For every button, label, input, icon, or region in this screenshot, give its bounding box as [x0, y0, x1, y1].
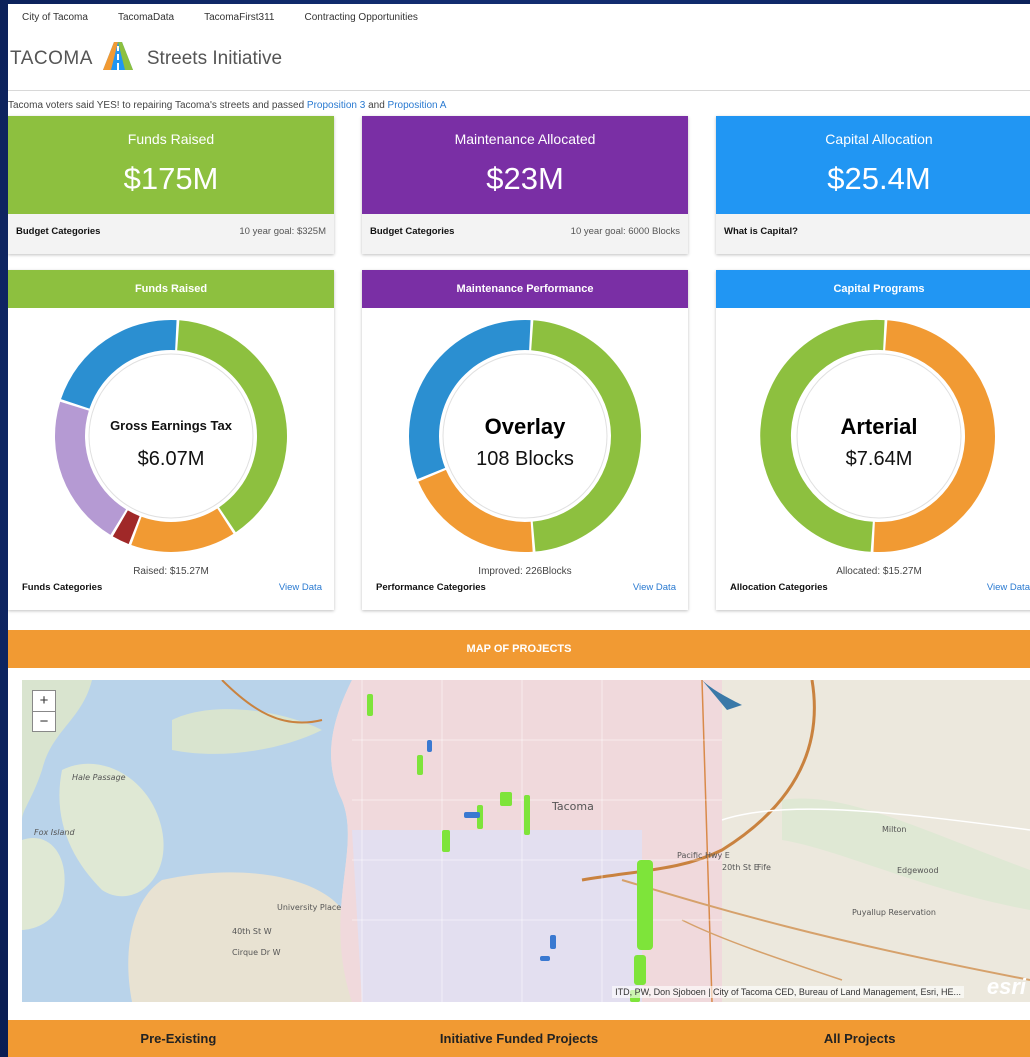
funds-categories-link[interactable]: Funds Categories	[22, 582, 102, 593]
header-divider	[8, 90, 1030, 91]
tab-initiative-funded-projects[interactable]: Initiative Funded Projects	[349, 1020, 690, 1057]
nav-city-of-tacoma[interactable]: City of Tacoma	[22, 12, 88, 23]
donut-card-header: Funds Raised	[8, 270, 334, 308]
donut-segment-1[interactable]	[131, 508, 234, 552]
card-title: Funds Raised	[127, 131, 215, 147]
performance-categories-link[interactable]: Performance Categories	[376, 582, 486, 593]
donut-total: Improved: 226Blocks	[478, 566, 572, 577]
goal-text: 10 year goal: $325M	[239, 226, 326, 237]
view-data-link[interactable]: View Data	[279, 582, 322, 593]
brand-subtitle: Streets Initiative	[146, 47, 283, 69]
tab-all-projects[interactable]: All Projects	[689, 1020, 1030, 1057]
zoom-out-button[interactable]: −	[33, 711, 55, 731]
map-label-hale-passage: Hale Passage	[72, 773, 126, 782]
map-section-title: MAP OF PROJECTS	[8, 630, 1030, 668]
capital-allocation-card: Capital Allocation $25.4M What is Capita…	[716, 116, 1030, 254]
card-value: $175M	[123, 161, 219, 196]
card-value: $23M	[486, 161, 564, 196]
card-footer: Budget Categories 10 year goal: 6000 Blo…	[362, 214, 688, 254]
donut-center-label: Arterial	[840, 414, 918, 439]
card-footer: What is Capital?	[716, 214, 1030, 254]
intro-sentence: Tacoma voters said YES! to repairing Tac…	[8, 100, 305, 111]
nav-contracting-opportunities[interactable]: Contracting Opportunities	[305, 12, 418, 23]
proposition-a-link[interactable]: Proposition A	[388, 100, 447, 111]
donut-card-header: Capital Programs	[716, 270, 1030, 308]
view-data-link[interactable]: View Data	[987, 582, 1030, 593]
donut-segment-1[interactable]	[418, 469, 533, 552]
project-filter-tabs: Pre-Existing Initiative Funded Projects …	[8, 1020, 1030, 1057]
maintenance-allocated-header: Maintenance Allocated $23M	[362, 116, 688, 214]
donut-segment-4[interactable]	[61, 320, 177, 409]
donut-center-label: Gross Earnings Tax	[110, 418, 232, 433]
map-label-tacoma: Tacoma	[551, 800, 594, 813]
esri-logo[interactable]: esri	[987, 974, 1026, 1000]
map-label-university-place: University Place	[277, 903, 341, 912]
map-label-cirque: Cirque Dr W	[232, 948, 281, 957]
map-label-milton: Milton	[882, 825, 906, 834]
allocation-categories-link[interactable]: Allocation Categories	[730, 582, 828, 593]
view-data-link[interactable]: View Data	[633, 582, 676, 593]
top-nav: City of Tacoma TacomaData TacomaFirst311…	[22, 12, 418, 23]
nav-tacomadata[interactable]: TacomaData	[118, 12, 174, 23]
donut-center-label: Overlay	[484, 414, 566, 439]
donut-inner-ring	[88, 353, 254, 519]
capital-programs-donut-card: Capital Programs Arterial $7.64M Allocat…	[716, 270, 1030, 610]
map-basemap[interactable]: Hale Passage Fox Island University Place…	[22, 680, 1030, 1002]
site-brand[interactable]: TACOMA Streets Initiative	[10, 40, 282, 77]
map-label-pacific-hwy: Pacific Hwy E	[677, 851, 730, 860]
intro-and: and	[368, 100, 385, 111]
goal-text: 10 year goal: 6000 Blocks	[570, 226, 680, 237]
funds-raised-header: Funds Raised $175M	[8, 116, 334, 214]
road-logo-icon	[101, 40, 135, 77]
dashboard-page: City of Tacoma TacomaData TacomaFirst311…	[8, 4, 1030, 1057]
intro-text: Tacoma voters said YES! to repairing Tac…	[8, 100, 446, 111]
donut-total: Allocated: $15.27M	[836, 566, 922, 577]
map-label-fox-island: Fox Island	[34, 828, 75, 837]
donut-total: Raised: $15.27M	[133, 566, 209, 577]
zoom-in-button[interactable]: +	[33, 691, 55, 711]
nav-tacomafirst311[interactable]: TacomaFirst311	[204, 12, 274, 23]
capital-allocation-header: Capital Allocation $25.4M	[716, 116, 1030, 214]
map-label-edgewood: Edgewood	[897, 866, 939, 875]
map-label-20th-st: 20th St E	[722, 863, 759, 872]
funds-raised-card: Funds Raised $175M Budget Categories 10 …	[8, 116, 334, 254]
what-is-capital-link[interactable]: What is Capital?	[724, 226, 798, 254]
map-label-puyallup: Puyallup Reservation	[852, 908, 936, 917]
card-footer: Budget Categories 10 year goal: $325M	[8, 214, 334, 254]
map-attribution: ITD, PW, Don Sjoboen | City of Tacoma CE…	[612, 986, 964, 998]
brand-wordmark: TACOMA	[10, 47, 93, 69]
donut-center-value: 108 Blocks	[476, 448, 574, 470]
budget-categories-link[interactable]: Budget Categories	[370, 226, 454, 254]
projects-map[interactable]: Hale Passage Fox Island University Place…	[22, 680, 1030, 1002]
donut-card-header: Maintenance Performance	[362, 270, 688, 308]
donut-center-value: $7.64M	[845, 448, 913, 470]
map-label-40th: 40th St W	[232, 927, 272, 936]
donut-center-value: $6.07M	[137, 448, 205, 470]
tab-pre-existing[interactable]: Pre-Existing	[8, 1020, 349, 1057]
budget-categories-link[interactable]: Budget Categories	[16, 226, 100, 254]
funds-raised-donut-card: Funds Raised Gross Earnings Tax $6.07M R…	[8, 270, 334, 610]
maintenance-performance-donut-card: Maintenance Performance Overlay 108 Bloc…	[362, 270, 688, 610]
map-label-fife: Fife	[757, 863, 771, 872]
zoom-control: + −	[32, 690, 56, 732]
maintenance-allocated-card: Maintenance Allocated $23M Budget Catego…	[362, 116, 688, 254]
proposition-3-link[interactable]: Proposition 3	[307, 100, 365, 111]
funds-donut-chart[interactable]	[8, 308, 334, 566]
card-title: Maintenance Allocated	[454, 131, 596, 147]
card-value: $25.4M	[827, 161, 931, 196]
card-title: Capital Allocation	[825, 131, 933, 147]
